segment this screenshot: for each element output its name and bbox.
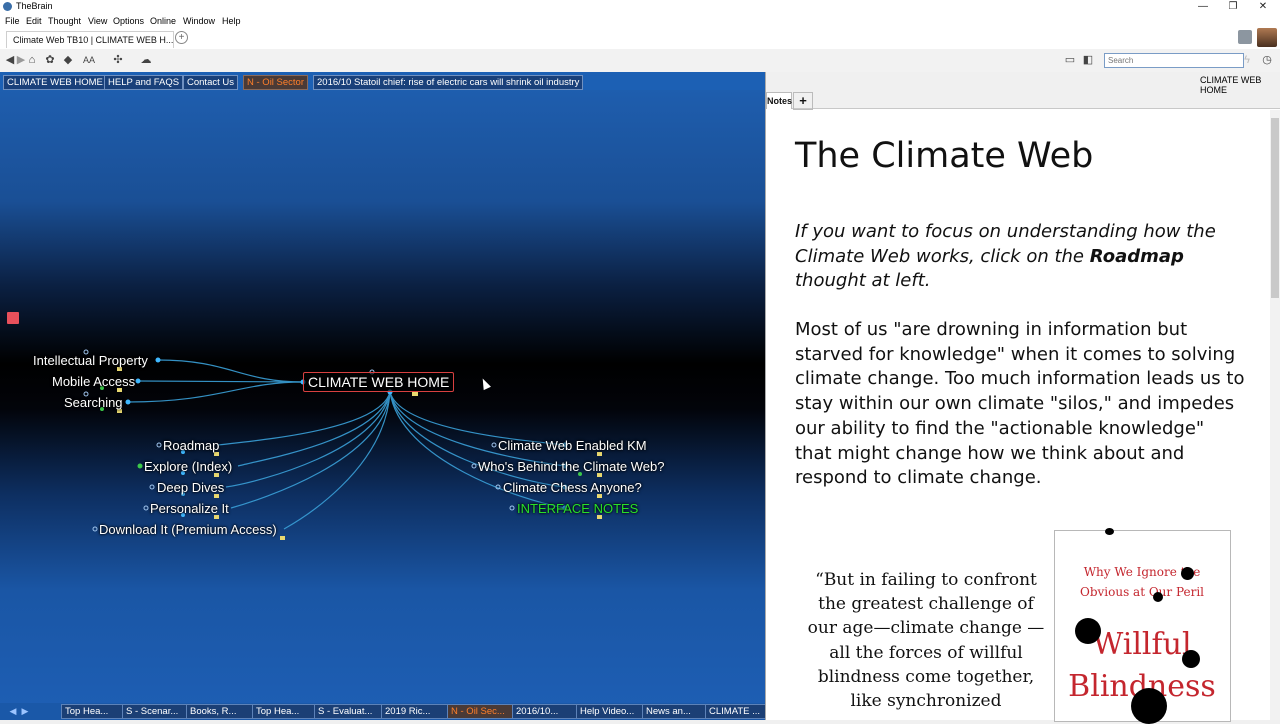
window-title: TheBrain	[16, 1, 53, 11]
recent-thought[interactable]: S - Scenar...	[122, 704, 187, 719]
pin-oil-sector[interactable]: N - Oil Sector	[243, 75, 309, 90]
book-subtitle: Why We Ignore the Obvious at Our Peril	[1079, 565, 1205, 599]
font-size-icon[interactable]: AA	[82, 53, 96, 67]
note-title: The Climate Web	[795, 136, 1094, 176]
close-button[interactable]: ✕	[1248, 0, 1278, 14]
recent-thought-oil-sector[interactable]: N - Oil Sec...	[447, 704, 514, 719]
note-intro: If you want to focus on understanding ho…	[795, 220, 1245, 294]
add-notes-tab-button[interactable]: +	[793, 92, 813, 110]
thought-intellectual-property[interactable]: Intellectual Property	[33, 353, 148, 368]
note-quote: “But in failing to confront the greatest…	[807, 570, 1045, 712]
tag-icon[interactable]: ◆	[61, 53, 75, 67]
cloud-icon[interactable]: ☁	[139, 53, 153, 67]
active-thought[interactable]: CLIMATE WEB HOME	[303, 372, 455, 392]
tab-notes[interactable]: Notes	[766, 92, 792, 109]
recent-thought[interactable]: Top Hea...	[252, 704, 316, 719]
menu-window[interactable]: Window	[183, 16, 215, 26]
lightning-icon[interactable]: ϟ	[1240, 53, 1254, 67]
scroll-right-icon[interactable]: ▶	[18, 704, 32, 718]
menu-thought[interactable]: Thought	[48, 16, 81, 26]
layout-icon[interactable]: ✣	[111, 53, 125, 67]
tab-bar	[0, 29, 1280, 50]
thought-climate-web-enabled-km[interactable]: Climate Web Enabled KM	[498, 438, 647, 453]
book-dot	[1075, 618, 1101, 644]
app-logo-icon	[3, 2, 12, 11]
clock-icon[interactable]: ◷	[1260, 53, 1274, 67]
recent-thought[interactable]: Help Video...	[576, 704, 644, 719]
book-dot	[1153, 592, 1163, 602]
thought-roadmap[interactable]: Roadmap	[163, 438, 219, 453]
pin-contact-us[interactable]: Contact Us	[183, 75, 238, 90]
thought-interface-notes[interactable]: INTERFACE NOTES	[517, 501, 638, 516]
book-dot	[1105, 528, 1114, 535]
thought-searching[interactable]: Searching	[64, 395, 123, 410]
minimize-button[interactable]: —	[1188, 0, 1218, 14]
menu-options[interactable]: Options	[113, 16, 144, 26]
menu-file[interactable]: File	[5, 16, 20, 26]
pin-climate-web-home[interactable]: CLIMATE WEB HOME	[3, 75, 107, 90]
thought-personalize-it[interactable]: Personalize It	[150, 501, 229, 516]
brain-tab[interactable]: Climate Web TB10 | CLIMATE WEB H...	[6, 31, 174, 48]
note-intro-text-end: thought at left.	[795, 270, 931, 291]
thought-whos-behind[interactable]: Who's Behind the Climate Web?	[478, 459, 665, 474]
menu-edit[interactable]: Edit	[26, 16, 42, 26]
thought-download-it[interactable]: Download It (Premium Access)	[99, 522, 277, 537]
sync-icon[interactable]	[1238, 30, 1252, 44]
note-paragraph: Most of us "are drowning in information …	[795, 319, 1245, 489]
book-dot	[1131, 688, 1167, 724]
home-icon[interactable]: ⌂	[25, 53, 39, 67]
recent-thought[interactable]: News an...	[642, 704, 706, 719]
recent-thought[interactable]: 2019 Ric...	[381, 704, 449, 719]
thought-climate-chess[interactable]: Climate Chess Anyone?	[503, 480, 642, 495]
title-bar	[0, 0, 1280, 14]
pin-statoil-news[interactable]: 2016/10 Statoil chief: rise of electric …	[313, 75, 584, 90]
thought-mobile-access[interactable]: Mobile Access	[52, 374, 135, 389]
notes-scrollbar-thumb[interactable]	[1271, 118, 1279, 298]
stop-icon[interactable]	[7, 312, 19, 324]
recent-thought[interactable]: Books, R...	[186, 704, 254, 719]
search-input[interactable]	[1104, 53, 1244, 68]
recent-thought[interactable]: S - Evaluat...	[314, 704, 382, 719]
pin-help-faqs[interactable]: HELP and FAQS	[104, 75, 184, 90]
thought-explore-index[interactable]: Explore (Index)	[144, 459, 232, 474]
recent-thought[interactable]: 2016/10...	[512, 704, 577, 719]
add-tab-button[interactable]: +	[175, 31, 188, 44]
avatar[interactable]	[1257, 28, 1277, 47]
recent-thought[interactable]: CLIMATE ...	[705, 704, 767, 719]
restore-button[interactable]: ❐	[1218, 0, 1248, 14]
roadmap-link[interactable]: Roadmap	[1090, 246, 1184, 267]
layout-vertical-icon[interactable]: ◧	[1081, 53, 1095, 67]
book-dot	[1181, 567, 1194, 580]
notes-breadcrumb: CLIMATE WEB HOME	[1200, 75, 1262, 95]
thought-deep-dives[interactable]: Deep Dives	[157, 480, 224, 495]
brain-icon[interactable]: ✿	[43, 53, 57, 67]
book-dot	[1182, 650, 1200, 668]
recent-thought[interactable]: Top Hea...	[61, 704, 124, 719]
menu-help[interactable]: Help	[222, 16, 241, 26]
menu-online[interactable]: Online	[150, 16, 176, 26]
layout-horizontal-icon[interactable]: ▭	[1063, 53, 1077, 67]
menu-view[interactable]: View	[88, 16, 107, 26]
